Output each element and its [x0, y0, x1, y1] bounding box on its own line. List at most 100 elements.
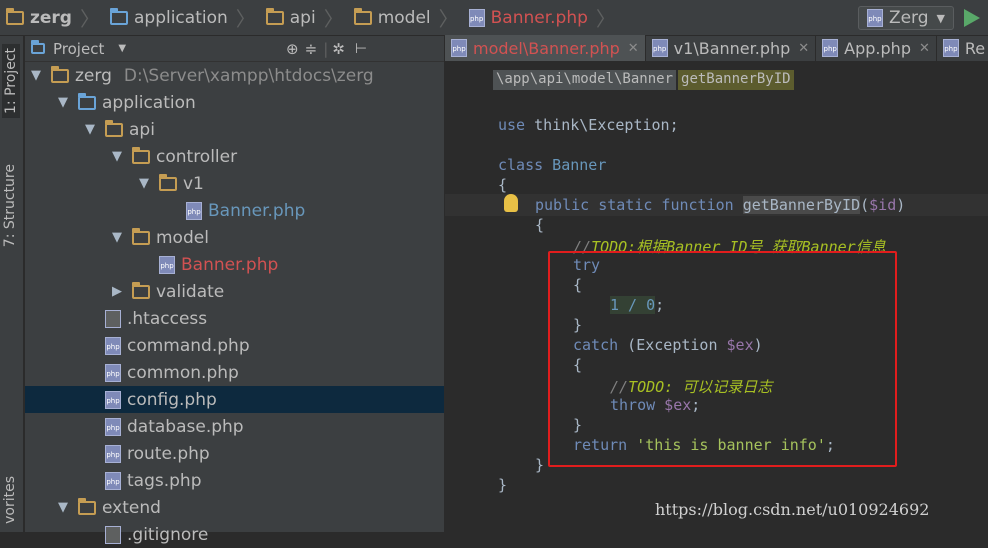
- namespace: think\Exception;: [525, 116, 679, 134]
- breadcrumb-model[interactable]: model 〉: [348, 0, 463, 36]
- close-icon[interactable]: ✕: [798, 41, 809, 56]
- breadcrumb-label: Banner.php: [490, 7, 588, 28]
- run-config-select[interactable]: php Zerg ▼: [857, 6, 954, 30]
- tree-item-label: validate: [156, 281, 225, 302]
- modifiers: public static function: [535, 196, 743, 214]
- folder-icon: [78, 497, 96, 515]
- expanded-arrow-icon[interactable]: ▼: [31, 68, 45, 83]
- php-file-icon: php: [105, 417, 121, 436]
- php-file-icon: php: [651, 39, 668, 57]
- tree-item[interactable]: php common.php: [25, 359, 444, 386]
- brace: {: [498, 176, 508, 194]
- hide-panel-icon[interactable]: ⊢: [355, 41, 367, 57]
- run-icon[interactable]: [964, 9, 980, 27]
- tree-item[interactable]: .htaccess: [25, 305, 444, 332]
- editor-tab[interactable]: php model\Banner.php ✕: [445, 35, 646, 61]
- tree-item[interactable]: php Banner.php: [25, 197, 444, 224]
- expanded-arrow-icon[interactable]: ▼: [112, 149, 126, 164]
- run-config-label: Zerg: [888, 8, 929, 28]
- tree-item-label: Banner.php: [181, 254, 279, 275]
- favorites-tool-tab[interactable]: vorites: [2, 476, 18, 524]
- tree-item[interactable]: ▼ zerg D:\Server\xampp\htdocs\zerg: [25, 62, 444, 89]
- folder-icon: [132, 227, 150, 245]
- expanded-arrow-icon[interactable]: ▼: [58, 95, 72, 110]
- tree-item[interactable]: php Banner.php: [25, 251, 444, 278]
- structure-tool-tab[interactable]: 7: Structure: [2, 164, 18, 247]
- tree-item-path: D:\Server\xampp\htdocs\zerg: [123, 65, 374, 86]
- editor-tab[interactable]: php App.php ✕: [816, 35, 937, 61]
- code-breadcrumb-function[interactable]: getBannerByID: [678, 70, 794, 90]
- breadcrumb-separator: 〉: [235, 7, 256, 31]
- tree-item-label: zerg: [75, 65, 112, 86]
- editor-tab[interactable]: php Re: [937, 35, 988, 61]
- breadcrumb-api[interactable]: api 〉: [260, 0, 348, 36]
- tree-item-label: .htaccess: [127, 308, 208, 329]
- php-file-icon: php: [822, 39, 839, 57]
- tree-item-label: .gitignore: [127, 524, 209, 545]
- annotation-highlight-box: [548, 251, 897, 467]
- tree-item-label: database.php: [127, 416, 244, 437]
- breadcrumb-banner-php[interactable]: php Banner.php 〉: [463, 0, 620, 36]
- brace: {: [535, 216, 545, 234]
- tree-item-label: tags.php: [127, 470, 202, 491]
- gear-icon[interactable]: ✲: [332, 40, 345, 58]
- collapsed-arrow-icon[interactable]: ▶: [112, 284, 126, 299]
- tree-item[interactable]: php database.php: [25, 413, 444, 440]
- php-file-icon: php: [942, 39, 959, 57]
- tree-item-label: controller: [156, 146, 238, 167]
- code-line-class: class Banner: [498, 156, 606, 176]
- breadcrumb-application[interactable]: application 〉: [104, 0, 260, 36]
- folder-icon: [353, 7, 372, 25]
- lightbulb-icon[interactable]: [504, 194, 518, 212]
- folder-icon: [265, 7, 284, 25]
- tree-item[interactable]: ▼ application: [25, 89, 444, 116]
- collapse-all-icon[interactable]: ≑: [305, 40, 318, 58]
- code-breadcrumb-path[interactable]: \app\api\model\Banner: [493, 70, 677, 90]
- editor-tab-label: v1\Banner.php: [673, 38, 791, 58]
- project-view-select[interactable]: Project: [53, 40, 104, 58]
- tree-item[interactable]: ▼ controller: [25, 143, 444, 170]
- tree-item[interactable]: ▼ v1: [25, 170, 444, 197]
- project-panel-header: Project ▼ ⊕ ≑ | ✲ ⊢: [25, 36, 444, 62]
- file-icon: [105, 525, 121, 544]
- breadcrumb-separator: 〉: [595, 7, 616, 31]
- function-name: getBannerByID: [742, 196, 861, 214]
- code-breadcrumb: \app\api\model\Banner getBannerByID: [493, 70, 794, 90]
- tree-item-label: command.php: [127, 335, 250, 356]
- tree-item[interactable]: .gitignore: [25, 521, 444, 548]
- tree-item[interactable]: ▼ extend: [25, 494, 444, 521]
- chevron-down-icon[interactable]: ▼: [118, 43, 126, 54]
- class-name: Banner: [543, 156, 607, 174]
- folder-icon: [105, 119, 123, 137]
- tree-item[interactable]: ▶ validate: [25, 278, 444, 305]
- folder-icon: [51, 65, 69, 83]
- close-icon[interactable]: ✕: [919, 41, 930, 56]
- chevron-down-icon: ▼: [936, 11, 945, 25]
- breadcrumb-separator: 〉: [323, 7, 344, 31]
- expanded-arrow-icon[interactable]: ▼: [85, 122, 99, 137]
- expanded-arrow-icon[interactable]: ▼: [139, 176, 153, 191]
- tree-item[interactable]: php command.php: [25, 332, 444, 359]
- parameter: $id: [869, 196, 897, 214]
- php-file-icon: php: [451, 39, 467, 57]
- tree-item[interactable]: ▼ api: [25, 116, 444, 143]
- folder-icon: [6, 7, 24, 25]
- tree-item[interactable]: php route.php: [25, 440, 444, 467]
- code-line-use: use think\Exception;: [498, 116, 679, 136]
- project-tool-tab-label: 1: Project: [3, 48, 19, 114]
- expanded-arrow-icon[interactable]: ▼: [112, 230, 126, 245]
- php-config-icon: php: [866, 9, 883, 27]
- folder-icon: [78, 92, 96, 110]
- tree-item[interactable]: php config.php: [25, 386, 444, 413]
- code-line-function: public static function getBannerByID($id…: [535, 196, 905, 216]
- project-tool-tab[interactable]: 1: Project: [2, 44, 20, 118]
- editor-tab[interactable]: php v1\Banner.php ✕: [646, 35, 817, 61]
- close-icon[interactable]: ✕: [628, 41, 639, 56]
- locate-icon[interactable]: ⊕: [286, 40, 299, 58]
- tree-item[interactable]: ▼ model: [25, 224, 444, 251]
- expanded-arrow-icon[interactable]: ▼: [58, 500, 72, 515]
- tree-item-label: v1: [183, 173, 204, 194]
- editor-tabs: php model\Banner.php ✕ php v1\Banner.php ✕ php…: [445, 35, 988, 62]
- breadcrumb-zerg[interactable]: zerg 〉: [0, 0, 104, 36]
- tree-item[interactable]: php tags.php: [25, 467, 444, 494]
